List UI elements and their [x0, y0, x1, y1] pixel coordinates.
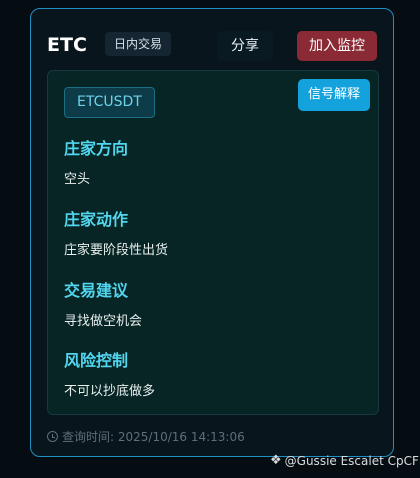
add-monitor-button[interactable]: 加入监控: [297, 31, 377, 61]
watermark: ❖ @Gussie Escalet CpCF: [270, 453, 419, 468]
section-title-action: 庄家动作: [64, 210, 129, 229]
symbol-title: ETC: [47, 34, 87, 56]
share-button[interactable]: 分享: [217, 31, 273, 61]
section-title-risk: 风险控制: [64, 351, 129, 370]
query-time-row: 查询时间: 2025/10/16 14:13:06: [47, 428, 245, 445]
binance-diamond-icon: ❖: [270, 453, 282, 468]
section-title-direction: 庄家方向: [64, 139, 129, 158]
trade-mode-badge: 日内交易: [105, 32, 172, 56]
query-time-text: 查询时间: 2025/10/16 14:13:06: [62, 430, 245, 444]
section-title-advice: 交易建议: [64, 281, 129, 300]
section-body-action: 庄家要阶段性出货: [64, 243, 169, 258]
watermark-text: @Gussie Escalet CpCF: [284, 453, 419, 468]
pair-badge: ETCUSDT: [64, 87, 155, 118]
section-body-direction: 空头: [64, 172, 91, 187]
signal-panel: 信号解释 ETCUSDT 庄家方向 空头 庄家动作 庄家要阶段性出货 交易建议 …: [47, 70, 379, 415]
signal-explain-button[interactable]: 信号解释: [298, 79, 370, 111]
card-header: ETC 日内交易 分享 加入监控: [47, 31, 377, 61]
clock-icon: [47, 431, 58, 442]
section-body-advice: 寻找做空机会: [64, 314, 143, 329]
section-body-risk: 不可以抄底做多: [64, 384, 156, 399]
signal-card: ETC 日内交易 分享 加入监控 信号解释 ETCUSDT 庄家方向 空头 庄家…: [30, 8, 394, 457]
